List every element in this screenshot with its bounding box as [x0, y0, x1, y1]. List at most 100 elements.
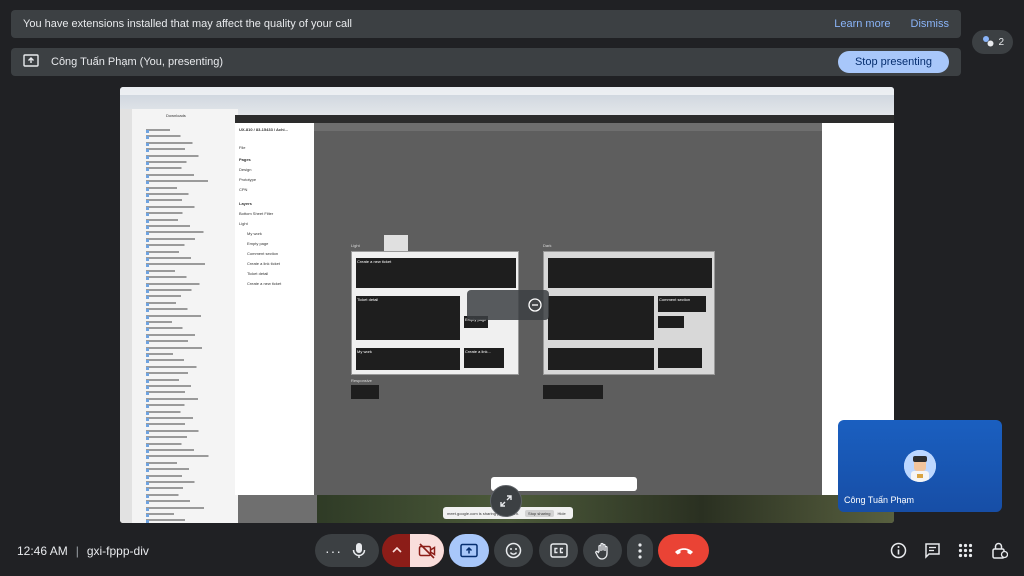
finder-file-row[interactable]	[146, 442, 199, 445]
page-item-cpn[interactable]: CPN	[239, 187, 247, 192]
more-vert-icon[interactable]	[627, 534, 653, 567]
finder-file-row[interactable]	[146, 167, 198, 170]
chat-icon[interactable]	[923, 541, 941, 559]
finder-file-row[interactable]	[146, 461, 190, 464]
finder-file-row[interactable]	[146, 148, 207, 151]
finder-file-row[interactable]	[146, 250, 199, 253]
camera-off-icon[interactable]	[410, 534, 444, 567]
finder-file-row[interactable]	[146, 231, 208, 234]
finder-file-row[interactable]	[146, 455, 213, 458]
host-controls-icon[interactable]	[990, 541, 1008, 559]
finder-file-row[interactable]	[146, 365, 205, 368]
finder-file-row[interactable]	[146, 397, 210, 400]
finder-file-row[interactable]	[146, 308, 202, 311]
expand-icon[interactable]	[490, 485, 522, 517]
finder-file-row[interactable]	[146, 180, 212, 183]
finder-file-row[interactable]	[146, 506, 209, 509]
finder-file-row[interactable]	[146, 314, 209, 317]
finder-file-row[interactable]	[146, 225, 201, 227]
finder-file-row[interactable]	[146, 519, 193, 522]
layer-item[interactable]: Create a link ticket	[247, 261, 280, 266]
finder-file-row[interactable]	[146, 436, 192, 439]
dismiss-button[interactable]: Dismiss	[911, 18, 950, 30]
share-hide-button[interactable]: Hide	[558, 511, 566, 516]
layer-item[interactable]: Comment section	[247, 251, 278, 256]
finder-file-row[interactable]	[146, 212, 187, 215]
finder-file-row[interactable]	[146, 289, 211, 291]
info-icon[interactable]	[889, 541, 907, 559]
minus-circle-icon[interactable]	[528, 298, 542, 312]
finder-file-row[interactable]	[146, 372, 212, 375]
finder-file-row[interactable]	[146, 186, 189, 189]
layer-item[interactable]: Empty page	[247, 241, 268, 246]
finder-file-row[interactable]	[146, 173, 205, 176]
finder-file-row[interactable]	[146, 301, 195, 304]
finder-file-row[interactable]	[146, 385, 196, 387]
finder-file-row[interactable]	[146, 468, 197, 471]
finder-file-row[interactable]	[146, 353, 191, 355]
finder-file-row[interactable]	[146, 500, 202, 503]
finder-file-row[interactable]	[146, 276, 197, 279]
finder-file-row[interactable]	[146, 257, 206, 259]
finder-file-row[interactable]	[146, 205, 210, 208]
finder-file-row[interactable]	[146, 404, 187, 407]
finder-file-row[interactable]	[146, 199, 203, 202]
finder-file-row[interactable]	[146, 237, 215, 240]
layer-item[interactable]: Ticket detail	[247, 271, 268, 276]
participants-indicator[interactable]: 2	[972, 30, 1013, 54]
finder-file-row[interactable]	[146, 493, 195, 496]
layer-item[interactable]: Light	[239, 221, 248, 226]
self-view-tile[interactable]: Công Tuấn Phạm	[838, 420, 1002, 512]
finder-file-row[interactable]	[146, 244, 192, 247]
finder-file-row[interactable]	[146, 346, 214, 349]
raise-hand-icon[interactable]	[583, 534, 622, 567]
finder-file-row[interactable]	[146, 410, 194, 413]
finder-file-row[interactable]	[146, 340, 207, 343]
finder-file-row[interactable]	[146, 135, 193, 138]
finder-file-row[interactable]	[146, 295, 188, 298]
finder-file-row[interactable]	[146, 423, 208, 426]
page-item-prototype[interactable]: Prototype	[239, 177, 256, 182]
banner-message: You have extensions installed that may a…	[23, 18, 352, 30]
finder-file-row[interactable]	[146, 218, 194, 221]
finder-file-row[interactable]	[146, 327, 193, 330]
layers-label: Layers	[239, 201, 252, 206]
finder-file-row[interactable]	[146, 513, 186, 515]
finder-file-row[interactable]	[146, 193, 196, 195]
mic-icon[interactable]	[351, 542, 367, 559]
layer-item[interactable]: Bottom Sheet Filter	[239, 211, 273, 216]
mic-options-icon[interactable]: ···	[325, 543, 342, 559]
finder-file-row[interactable]	[146, 417, 201, 419]
finder-file-row[interactable]	[146, 333, 200, 336]
finder-file-row[interactable]	[146, 449, 206, 451]
share-stop-button[interactable]: Stop sharing	[525, 509, 554, 517]
present-to-all-icon[interactable]	[449, 534, 489, 567]
finder-file-row[interactable]	[146, 474, 204, 477]
finder-file-row[interactable]	[146, 359, 198, 362]
layer-item[interactable]: Create a new ticket	[247, 281, 281, 286]
mic-control-group: ···	[315, 534, 379, 567]
finder-file-row[interactable]	[146, 141, 200, 144]
finder-file-row[interactable]	[146, 321, 186, 323]
finder-file-row[interactable]	[146, 161, 191, 163]
learn-more-link[interactable]: Learn more	[834, 18, 890, 30]
apps-icon[interactable]	[956, 541, 974, 559]
stop-presenting-button[interactable]: Stop presenting	[837, 51, 949, 73]
finder-file-row[interactable]	[146, 263, 213, 266]
finder-file-row[interactable]	[146, 378, 189, 381]
emoji-icon[interactable]	[494, 534, 533, 567]
finder-file-row[interactable]	[146, 129, 186, 131]
call-end-icon[interactable]	[658, 534, 709, 567]
finder-file-row[interactable]	[146, 481, 211, 483]
finder-file-row[interactable]	[146, 269, 190, 272]
page-item-design[interactable]: Design	[239, 167, 251, 172]
captions-icon[interactable]	[539, 534, 578, 567]
finder-file-row[interactable]	[146, 391, 203, 394]
finder-file-row[interactable]	[146, 487, 188, 490]
finder-file-row[interactable]	[146, 154, 214, 157]
layer-item[interactable]: My work	[247, 231, 262, 236]
finder-file-row[interactable]	[146, 429, 215, 432]
camera-options-icon[interactable]	[391, 544, 403, 556]
meeting-details: 12:46 AM | gxi-fppp-div	[17, 544, 149, 558]
finder-file-row[interactable]	[146, 282, 204, 285]
